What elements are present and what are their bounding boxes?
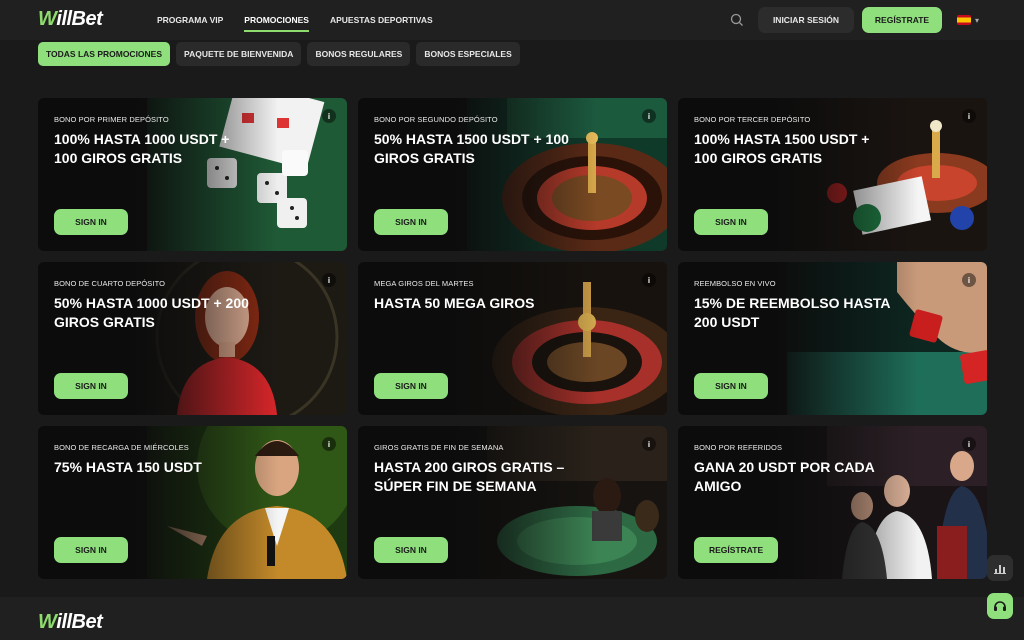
sign-in-button[interactable]: Sign in [54, 537, 128, 563]
sign-in-button[interactable]: Sign in [54, 373, 128, 399]
card-subtitle: Reembolso en vivo [694, 279, 776, 288]
language-selector[interactable]: ▾ [952, 9, 984, 31]
nav-apuestas-deportivas[interactable]: Apuestas deportivas [330, 0, 433, 40]
filter-especiales[interactable]: Bonos especiales [416, 42, 520, 66]
card-title: Hasta 50 mega giros [374, 295, 535, 311]
filter-todas[interactable]: Todas las promociones [38, 42, 171, 66]
register-button[interactable]: Regístrate [862, 7, 942, 33]
promo-card: Mega giros del martes Hasta 50 mega giro… [358, 262, 667, 415]
sign-in-button[interactable]: Sign in [374, 537, 448, 563]
chevron-down-icon: ▾ [974, 15, 979, 25]
promo-card: Bono por segundo depósito 50% hasta 1500… [358, 98, 667, 251]
card-subtitle: Bono de recarga de miércoles [54, 443, 189, 452]
card-subtitle: Bono por primer depósito [54, 115, 169, 124]
promo-filters: Todas las promociones Paquete de bienven… [38, 42, 520, 66]
bar-chart-icon [994, 565, 1006, 574]
footer: WillBet [0, 597, 1024, 640]
promo-card: Giros gratis de fin de semana Hasta 200 … [358, 426, 667, 579]
promo-card: Bono de recarga de miércoles 75% hasta 1… [38, 426, 347, 579]
sign-in-button[interactable]: Sign in [694, 209, 768, 235]
sign-in-button[interactable]: Sign in [54, 209, 128, 235]
register-cta-button[interactable]: Regístrate [694, 537, 779, 563]
logo-mark: W [38, 8, 57, 30]
info-icon[interactable]: i [642, 437, 656, 451]
spain-flag-icon [956, 15, 971, 25]
info-icon[interactable]: i [322, 437, 336, 451]
info-icon[interactable]: i [642, 109, 656, 123]
info-icon[interactable]: i [962, 109, 976, 123]
card-title: Gana 20 USDT por cada amigo [694, 459, 875, 494]
card-title: 100% hasta 1500 USDT + 100 giros gratis [694, 131, 870, 166]
info-icon[interactable]: i [322, 273, 336, 287]
nav-promociones[interactable]: Promociones [244, 0, 309, 40]
logo-text: illBet [56, 8, 103, 30]
filter-bienvenida[interactable]: Paquete de bienvenida [176, 42, 302, 66]
card-subtitle: Bono por referidos [694, 443, 783, 452]
card-title: 50% hasta 1500 USDT + 100 giros gratis [374, 131, 569, 166]
promo-grid: Bono por primer depósito 100% hasta 1000… [38, 98, 987, 579]
filter-regulares[interactable]: Bonos regulares [307, 42, 411, 66]
search-button[interactable] [724, 7, 750, 33]
card-subtitle: Bono de cuarto depósito [54, 279, 166, 288]
card-title: 15% de reembolso hasta 200 USDT [694, 295, 891, 330]
promo-card: Bono por primer depósito 100% hasta 1000… [38, 98, 347, 251]
info-icon[interactable]: i [642, 273, 656, 287]
card-subtitle: Mega giros del martes [374, 279, 474, 288]
search-icon [730, 13, 743, 26]
nav-programa-vip[interactable]: Programa VIP [157, 0, 223, 40]
promo-card: Bono de cuarto depósito 50% hasta 1000 U… [38, 262, 347, 415]
willbet-logo[interactable]: WillBet [38, 8, 103, 31]
promo-card: Bono por tercer depósito 100% hasta 1500… [678, 98, 987, 251]
card-title: 100% hasta 1000 USDT + 100 giros gratis [54, 131, 230, 166]
footer-logo[interactable]: WillBet [38, 611, 103, 634]
card-subtitle: Bono por segundo depósito [374, 115, 498, 124]
sign-in-button[interactable]: Sign in [374, 209, 448, 235]
info-icon[interactable]: i [962, 273, 976, 287]
logo-text: illBet [56, 611, 103, 633]
card-title: 50% hasta 1000 USDT + 200 giros gratis [54, 295, 249, 330]
sign-in-button[interactable]: Sign in [374, 373, 448, 399]
card-subtitle: Giros gratis de fin de semana [374, 443, 504, 452]
info-icon[interactable]: i [322, 109, 336, 123]
promo-card: Bono por referidos Gana 20 USDT por cada… [678, 426, 987, 579]
card-title: Hasta 200 giros gratis – Súper fin de se… [374, 459, 565, 494]
card-subtitle: Bono por tercer depósito [694, 115, 811, 124]
logo-mark: W [38, 611, 57, 633]
main-nav: Programa VIP Promociones Apuestas deport… [157, 0, 433, 40]
support-button[interactable] [987, 593, 1013, 619]
headset-icon [994, 601, 1006, 611]
card-title: 75% hasta 150 USDT [54, 459, 202, 475]
login-button[interactable]: Iniciar sesión [758, 7, 854, 33]
sign-in-button[interactable]: Sign in [694, 373, 768, 399]
stats-button[interactable] [987, 555, 1013, 581]
info-icon[interactable]: i [962, 437, 976, 451]
promo-card: Reembolso en vivo 15% de reembolso hasta… [678, 262, 987, 415]
top-bar: WillBet Programa VIP Promociones Apuesta… [0, 0, 1024, 40]
